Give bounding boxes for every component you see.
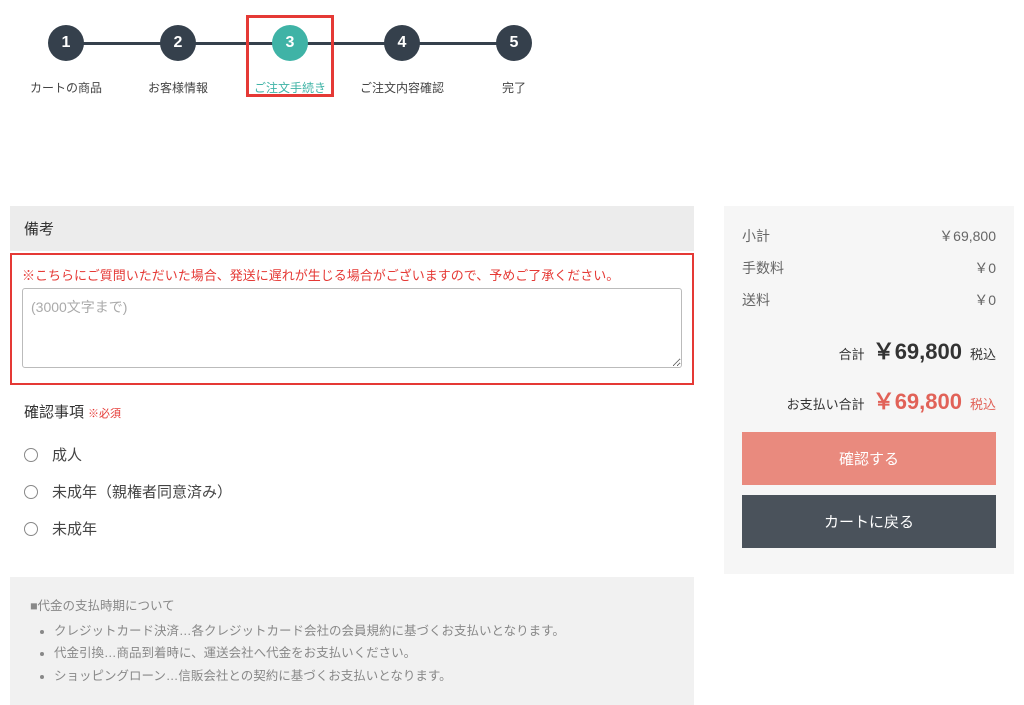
pay-value: ￥69,800 <box>873 384 962 416</box>
radio-minor-consented[interactable]: 未成年（親権者同意済み） <box>24 473 680 510</box>
tax-label: 税込 <box>970 344 996 363</box>
step-cart: 1 カートの商品 <box>10 25 122 96</box>
fee-value: ￥0 <box>974 258 996 278</box>
pay-label: お支払い合計 <box>787 394 865 413</box>
radio-adult[interactable]: 成人 <box>24 436 680 473</box>
remarks-title: 備考 <box>10 206 694 251</box>
order-summary: 小計 ￥69,800 手数料 ￥0 送料 ￥0 合計 ￥69,800 税込 <box>724 206 1014 574</box>
step-label: ご注文内容確認 <box>360 79 444 96</box>
step-confirm: 4 ご注文内容確認 <box>346 25 458 96</box>
radio-label: 未成年（親権者同意済み） <box>52 481 232 502</box>
step-label: 完了 <box>502 79 526 96</box>
radio-icon <box>24 522 38 536</box>
checkout-stepper: 1 カートの商品 2 お客様情報 3 ご注文手続き 4 ご注文内容確認 5 完了 <box>0 0 1024 126</box>
shipping-value: ￥0 <box>974 290 996 310</box>
pay-tax-label: 税込 <box>970 394 996 413</box>
confirmation-header: 確認事項 ※必須 <box>10 385 694 432</box>
radio-icon <box>24 448 38 462</box>
step-number: 3 <box>272 25 308 61</box>
total-label: 合計 <box>839 344 865 363</box>
payment-info-line: クレジットカード決済…各クレジットカード会社の会員規約に基づくお支払いとなります… <box>54 620 674 643</box>
payment-info-line: 代金引換…商品到着時に、運送会社へ代金をお支払いください。 <box>54 642 674 665</box>
step-number: 4 <box>384 25 420 61</box>
subtotal-label: 小計 <box>742 226 770 246</box>
payment-info-title: ■代金の支払時期について <box>30 595 674 618</box>
subtotal-value: ￥69,800 <box>939 226 996 246</box>
radio-minor[interactable]: 未成年 <box>24 510 680 547</box>
step-label: カートの商品 <box>30 79 102 96</box>
step-number: 1 <box>48 25 84 61</box>
step-customer: 2 お客様情報 <box>122 25 234 96</box>
fee-label: 手数料 <box>742 258 784 278</box>
remarks-textarea[interactable] <box>22 288 682 368</box>
shipping-row: 送料 ￥0 <box>742 284 996 316</box>
subtotal-row: 小計 ￥69,800 <box>742 220 996 252</box>
payment-info-box: ■代金の支払時期について クレジットカード決済…各クレジットカード会社の会員規約… <box>10 577 694 705</box>
step-complete: 5 完了 <box>458 25 570 96</box>
total-value: ￥69,800 <box>873 334 962 366</box>
total-row: 合計 ￥69,800 税込 <box>742 316 996 374</box>
step-label: ご注文手続き <box>254 79 326 96</box>
confirmation-title: 確認事項 <box>24 404 84 421</box>
confirmation-options: 成人 未成年（親権者同意済み） 未成年 <box>10 432 694 567</box>
step-label: お客様情報 <box>148 79 208 96</box>
radio-icon <box>24 485 38 499</box>
step-number: 2 <box>160 25 196 61</box>
radio-label: 未成年 <box>52 518 97 539</box>
remarks-note: ※こちらにご質問いただいた場合、発送に遅れが生じる場合がございますので、予めご了… <box>22 265 682 284</box>
shipping-label: 送料 <box>742 290 770 310</box>
fee-row: 手数料 ￥0 <box>742 252 996 284</box>
remarks-box: ※こちらにご質問いただいた場合、発送に遅れが生じる場合がございますので、予めご了… <box>10 253 694 385</box>
required-mark: ※必須 <box>88 408 121 420</box>
back-to-cart-button[interactable]: カートに戻る <box>742 495 996 548</box>
step-order-procedure: 3 ご注文手続き <box>234 25 346 96</box>
radio-label: 成人 <box>52 444 82 465</box>
payment-info-line: ショッピングローン…信販会社との契約に基づくお支払いとなります。 <box>54 665 674 688</box>
step-number: 5 <box>496 25 532 61</box>
confirm-button[interactable]: 確認する <box>742 432 996 485</box>
pay-row: お支払い合計 ￥69,800 税込 <box>742 374 996 432</box>
